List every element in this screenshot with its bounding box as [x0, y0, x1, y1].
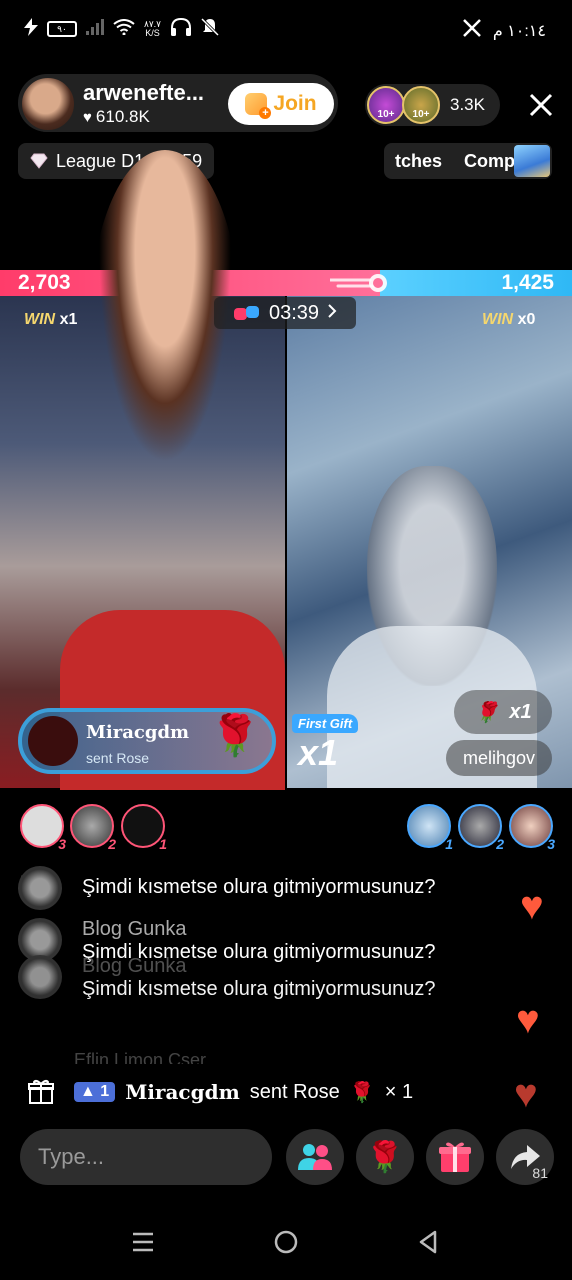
viewer-count[interactable]: 3.3K [450, 95, 485, 115]
win-label: WIN [24, 311, 56, 328]
comment-input[interactable] [20, 1129, 272, 1185]
first-gift-badge: First Gift [292, 714, 359, 733]
chat-text: Şimdi kısmetse olura gitmiyormusunuz? [82, 978, 436, 1000]
gift-multiplier: x1 [298, 732, 339, 773]
event-thumbnail [514, 145, 550, 177]
floating-heart-icon: ♥ [514, 1072, 538, 1116]
rose-gift-button[interactable]: 🌹 [356, 1129, 414, 1185]
supporter-rank: 2 [108, 836, 116, 852]
supporter-avatar[interactable]: 2 [70, 804, 116, 852]
opponent-username[interactable]: melihgov [446, 740, 552, 776]
chat-username[interactable]: Blog Gunka [82, 955, 435, 978]
status-right: ١٠:١٤ م [462, 19, 546, 42]
host-likes-count: 610.8K [95, 107, 150, 126]
diamond-icon [30, 153, 48, 169]
home-icon[interactable] [274, 1230, 298, 1259]
chat-faded-line: Eflin Limon Cser [74, 1050, 207, 1064]
rose-icon: 🌹 [474, 701, 500, 724]
join-button[interactable]: Join [228, 83, 334, 125]
supporter-avatar[interactable]: 3 [509, 804, 555, 852]
win-count: x0 [517, 311, 536, 328]
supporter-rank: 2 [496, 836, 504, 852]
win-count: x1 [59, 311, 78, 328]
system-nav-bar [0, 1210, 572, 1280]
mute-icon [200, 17, 220, 40]
status-left: ٩٠ ٨٧.٧ K/S [24, 17, 220, 40]
close-icon[interactable] [526, 90, 556, 120]
gift-sender-avatar[interactable] [28, 716, 78, 766]
supporter-rank: 1 [159, 836, 167, 852]
supporter-avatar[interactable]: 1 [121, 804, 167, 852]
chat-text: Şimdi kısmetse olura gitmiyormusunuz? [82, 876, 436, 898]
timer-value: 03:39 [268, 301, 320, 324]
score-left: 2,703 [18, 271, 71, 294]
clock: ١٠:١٤ م [492, 22, 546, 40]
gift-sender-name: Miracgdm [86, 722, 190, 743]
events-ticker[interactable]: tches Comp [384, 143, 552, 179]
user-level-badge: ▲ 1 [74, 1082, 116, 1102]
battle-timer[interactable]: 03:39 [214, 297, 356, 329]
supporter-rank: 1 [445, 836, 453, 852]
viewer-badge: 10+ [412, 109, 430, 120]
share-button[interactable]: 81 [496, 1129, 554, 1185]
score-spark-icon [328, 272, 390, 294]
x-app-icon [462, 19, 481, 42]
supporter-avatar[interactable]: 1 [407, 804, 453, 852]
chat-username[interactable]: Blog Gunka [82, 918, 435, 941]
battery-icon: ٩٠ [47, 21, 77, 37]
host-likes: ♥ 610.8K [83, 107, 150, 127]
supporter-rank: 3 [547, 836, 555, 852]
gift-notice: ▲ 1 Miracgdm sent Rose 🌹 × 1 [18, 1072, 413, 1112]
gift-notice-multiplier: × 1 [384, 1080, 414, 1103]
gift-sent-label: sent Rose [86, 750, 150, 766]
chevron-right-icon [327, 302, 337, 325]
battle-score-bar [0, 270, 572, 296]
supporter-rank: 3 [58, 836, 66, 852]
rose-icon: 🌹 [210, 714, 260, 758]
chat-avatar[interactable] [18, 955, 62, 999]
gift-box-icon[interactable] [18, 1072, 64, 1112]
rose-multiplier: x1 [509, 700, 532, 723]
user-level: 1 [100, 1083, 110, 1100]
viewer-badge: 10+ [377, 109, 395, 120]
network-speed: ٨٧.٧ K/S [144, 19, 162, 38]
rose-icon: 🌹 [349, 1081, 375, 1104]
chat-message[interactable]: Şimdi kısmetse olura gitmiyormusunuz? [18, 866, 498, 910]
top-viewer-avatar[interactable]: 10+ [402, 86, 440, 124]
gift-button[interactable] [426, 1129, 484, 1185]
chat-avatar[interactable] [18, 866, 62, 910]
share-count: 81 [532, 1165, 548, 1181]
supporter-avatar[interactable]: 3 [20, 804, 66, 852]
status-bar: ٩٠ ٨٧.٧ K/S ١٠:١٤ م [0, 0, 572, 62]
top-viewer-avatar[interactable]: 10+ [367, 86, 405, 124]
fan-club-icon [245, 93, 272, 119]
win-label: WIN [482, 311, 514, 328]
gift-notice-user[interactable]: Miracgdm [125, 1080, 240, 1104]
chat-message[interactable]: Blog Gunka Şimdi kısmetse olura gitmiyor… [18, 955, 498, 1001]
floating-heart-icon: ♥ [520, 884, 544, 928]
back-icon[interactable] [416, 1230, 440, 1259]
ticker-item: tches [395, 150, 443, 171]
signal-icon [86, 19, 104, 39]
score-right: 1,425 [501, 271, 554, 294]
host-avatar[interactable] [20, 76, 76, 132]
headphones-icon [170, 17, 192, 40]
supporter-avatar[interactable]: 2 [458, 804, 504, 852]
wifi-icon [113, 19, 135, 39]
heart-small-icon: ♥ [83, 108, 92, 126]
win-streak-right: WIN x0 [482, 311, 535, 329]
gift-notice-text: sent Rose [249, 1080, 340, 1103]
join-label: Join [273, 92, 317, 115]
recent-apps-icon[interactable] [131, 1230, 155, 1259]
floating-heart-icon: ♥ [516, 998, 540, 1042]
win-streak-left: WIN x1 [24, 311, 77, 329]
charging-icon [24, 18, 38, 40]
battery-level: ٩٠ [57, 24, 67, 34]
guests-button[interactable] [286, 1129, 344, 1185]
gloves-icon [233, 304, 261, 322]
host-name[interactable]: arwenefte... [83, 80, 223, 106]
opponent-rose-counter: 🌹 x1 [454, 690, 552, 734]
ticker-item: Comp [464, 150, 516, 171]
